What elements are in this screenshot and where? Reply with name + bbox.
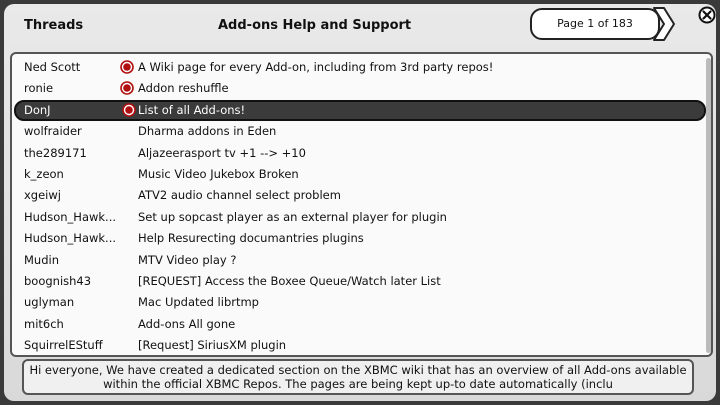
- thread-subject: List of all Add-ons!: [138, 102, 246, 117]
- thread-subject: A Wiki page for every Add-on, including …: [138, 60, 494, 74]
- sticky-icon: [120, 60, 134, 74]
- thread-author: uglyman: [24, 295, 75, 310]
- page-indicator-text: Page 1 of 183: [557, 17, 633, 30]
- thread-row[interactable]: Ned Scott A Wiki page for every Add-on, i…: [16, 57, 704, 78]
- page-indicator[interactable]: Page 1 of 183: [530, 8, 660, 40]
- thread-row[interactable]: uglyman Mac Updated librtmp: [16, 292, 704, 313]
- thread-subject: [REQUEST] Access the Boxee Queue/Watch l…: [138, 274, 441, 288]
- section-label: Threads: [24, 18, 84, 33]
- thread-row[interactable]: Hudson_Hawk... Help Resurecting documantr…: [16, 228, 704, 249]
- thread-subject: Addon reshuffle: [138, 81, 229, 96]
- thread-subject: Aljazeerasport tv +1 --> +10: [138, 145, 306, 160]
- thread-author: k_zeon: [24, 167, 64, 181]
- thread-author: Hudson_Hawk...: [24, 209, 117, 224]
- thread-author: DonJ: [24, 102, 51, 117]
- thread-list[interactable]: Ned Scott A Wiki page for every Add-on, i…: [10, 52, 713, 357]
- thread-row[interactable]: Mudin MTV Video play ?: [16, 250, 704, 271]
- preview-line-1: Hi everyone, We have created a dedicated…: [29, 363, 687, 377]
- thread-subject: ATV2 audio channel select problem: [138, 188, 341, 203]
- preview-line-2: within the official XBMC Repos. The page…: [103, 377, 613, 391]
- thread-row[interactable]: mit6ch Add-ons All gone: [16, 314, 704, 335]
- thread-row[interactable]: the289171 Aljazeerasport tv +1 --> +10: [16, 143, 704, 164]
- thread-author: boognish43: [24, 274, 92, 288]
- thread-author: wolfraider: [24, 124, 82, 139]
- thread-row[interactable]: DonJ List of all Add-ons!: [14, 99, 706, 121]
- thread-row[interactable]: xgeiwj ATV2 audio channel select problem: [16, 185, 704, 206]
- thread-author: SquirrelEStuff: [24, 338, 103, 353]
- thread-author: ronie: [24, 81, 54, 96]
- close-icon[interactable]: [698, 6, 716, 24]
- thread-subject: Set up sopcast player as an external pla…: [138, 209, 447, 224]
- thread-subject: MTV Video play ?: [138, 252, 237, 267]
- thread-subject: Mac Updated librtmp: [138, 295, 259, 310]
- sticky-icon: [122, 102, 136, 117]
- thread-subject: [Request] SiriusXM plugin: [138, 338, 287, 353]
- thread-subject: Music Video Jukebox Broken: [138, 167, 299, 181]
- thread-author: the289171: [24, 145, 87, 160]
- forum-title: Add-ons Help and Support: [218, 18, 412, 33]
- thread-author: mit6ch: [24, 316, 64, 331]
- thread-author: xgeiwj: [24, 188, 61, 203]
- scrollbar[interactable]: [706, 58, 711, 353]
- thread-subject: Help Resurecting documantries plugins: [138, 231, 364, 246]
- thread-row[interactable]: Hudson_Hawk... Set up sopcast player as a…: [16, 207, 704, 228]
- thread-preview: Hi everyone, We have created a dedicated…: [22, 359, 694, 395]
- thread-author: Hudson_Hawk...: [24, 231, 117, 246]
- thread-row[interactable]: boognish43 [REQUEST] Access the Boxee Que…: [16, 271, 704, 292]
- thread-row[interactable]: wolfraider Dharma addons in Eden: [16, 121, 704, 142]
- thread-author: Ned Scott: [24, 60, 81, 74]
- thread-subject: Add-ons All gone: [138, 316, 236, 331]
- thread-row[interactable]: SquirrelEStuff [Request] SiriusXM plugin: [16, 335, 704, 355]
- thread-row[interactable]: k_zeon Music Video Jukebox Broken: [16, 164, 704, 185]
- header: Threads Add-ons Help and Support Page 1 …: [10, 6, 716, 46]
- thread-subject: Dharma addons in Eden: [138, 124, 277, 139]
- thread-row[interactable]: ronie Addon reshuffle: [16, 78, 704, 99]
- thread-author: Mudin: [24, 252, 59, 267]
- next-page-arrow-icon[interactable]: [652, 6, 676, 42]
- sticky-icon: [120, 81, 134, 96]
